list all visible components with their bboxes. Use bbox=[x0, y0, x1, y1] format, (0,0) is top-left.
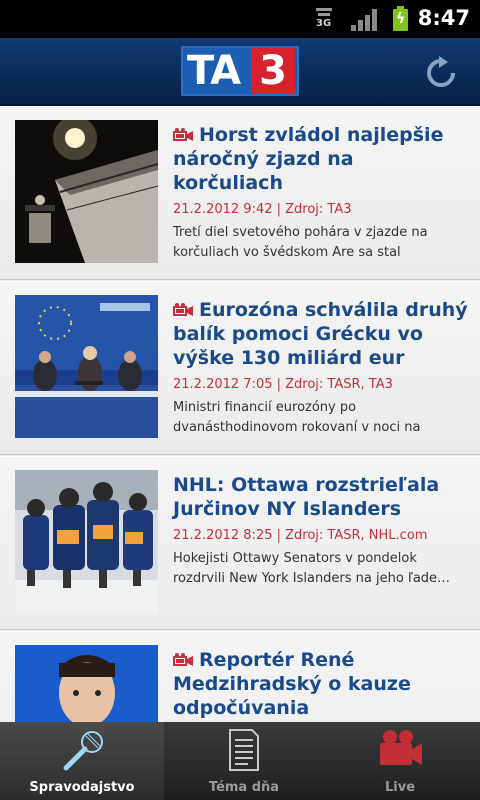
video-camera-icon bbox=[173, 649, 193, 666]
article-meta: 21.2.2012 7:05 | Zdroj: TASR, TA3 bbox=[173, 377, 393, 392]
logo-text-3: 3 bbox=[251, 48, 295, 94]
tab-label: Live bbox=[384, 780, 416, 795]
video-camera-icon bbox=[376, 728, 424, 772]
article-item[interactable]: Eurozóna schválila druhý balík pomoci Gr… bbox=[0, 281, 480, 455]
article-title[interactable]: Eurozóna schválila druhý balík pomoci Gr… bbox=[173, 298, 468, 370]
article-thumbnail bbox=[15, 470, 158, 613]
article-title[interactable]: Horst zvládol najlepšie náročný zjazd na… bbox=[173, 123, 468, 195]
status-time: 8:47 bbox=[417, 6, 470, 30]
article-description: Hokejisti Ottawy Senators v pondelok roz… bbox=[173, 551, 451, 586]
tab-tema-dna[interactable]: Téma dňa bbox=[164, 722, 324, 800]
article-item[interactable]: Reportér René Medzihradský o kauze odpoč… bbox=[0, 631, 480, 722]
tab-label: Téma dňa bbox=[208, 780, 280, 795]
article-item[interactable]: NHL: Ottawa rozstrieľala Jurčinov NY Isl… bbox=[0, 456, 480, 630]
signal-icon bbox=[351, 9, 377, 31]
article-item[interactable]: Horst zvládol najlepšie náročný zjazd na… bbox=[0, 106, 480, 280]
article-meta: 21.2.2012 8:25 | Zdroj: TASR, NHL.com bbox=[173, 528, 428, 543]
refresh-icon[interactable] bbox=[424, 56, 458, 90]
article-thumbnail bbox=[15, 120, 158, 263]
action-bar: TA 3 bbox=[0, 38, 480, 106]
article-title-text: Horst zvládol najlepšie náročný zjazd na… bbox=[173, 124, 444, 194]
article-meta: 21.2.2012 9:42 | Zdroj: TA3 bbox=[173, 202, 352, 217]
article-description: Tretí diel svetového pohára v zjazde na … bbox=[173, 225, 428, 260]
article-title-text: Eurozóna schválila druhý balík pomoci Gr… bbox=[173, 299, 468, 369]
article-thumbnail bbox=[15, 645, 158, 722]
3g-data-icon: 3G bbox=[316, 8, 334, 30]
article-title-text: Reportér René Medzihradský o kauze odpoč… bbox=[173, 649, 411, 719]
article-thumbnail bbox=[15, 295, 158, 438]
network-label: 3G bbox=[316, 18, 332, 29]
article-title[interactable]: NHL: Ottawa rozstrieľala Jurčinov NY Isl… bbox=[173, 473, 468, 521]
bottom-tab-bar: Spravodajstvo Téma dňa Live bbox=[0, 722, 480, 800]
tab-live[interactable]: Live bbox=[320, 722, 480, 800]
logo-text-ta: TA bbox=[187, 48, 241, 94]
article-title-text: NHL: Ottawa rozstrieľala Jurčinov NY Isl… bbox=[173, 474, 440, 520]
microphone-icon bbox=[58, 728, 106, 776]
article-description: Ministri financií eurozóny po dvanásthod… bbox=[173, 400, 421, 435]
status-bar: 3G ϟ 8:47 bbox=[0, 0, 480, 38]
article-list: Horst zvládol najlepšie náročný zjazd na… bbox=[0, 106, 480, 722]
video-camera-icon bbox=[173, 124, 193, 141]
tab-label: Spravodajstvo bbox=[29, 780, 135, 795]
ta3-logo: TA 3 bbox=[181, 46, 299, 96]
video-camera-icon bbox=[173, 299, 193, 316]
tab-spravodajstvo[interactable]: Spravodajstvo bbox=[0, 722, 164, 800]
document-icon bbox=[226, 728, 262, 776]
article-title[interactable]: Reportér René Medzihradský o kauze odpoč… bbox=[173, 648, 468, 720]
battery-charging-icon: ϟ bbox=[393, 6, 408, 31]
